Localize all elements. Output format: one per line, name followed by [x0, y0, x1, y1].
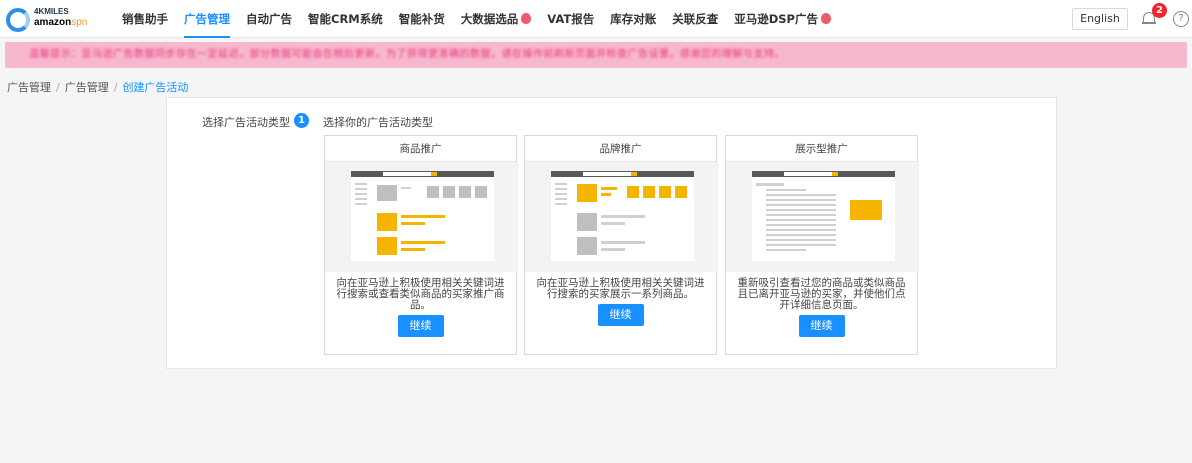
nav-item-label: 自动广告 [246, 12, 292, 26]
logo-icon [6, 8, 30, 32]
card-title: 展示型推广 [726, 136, 917, 162]
notice-banner: 温馨提示：亚马逊广告数据同步存在一定延迟，部分数据可能会在稍后更新。为了获得更准… [5, 42, 1187, 68]
notice-text: 温馨提示：亚马逊广告数据同步存在一定延迟，部分数据可能会在稍后更新。为了获得更准… [29, 49, 785, 60]
top-navbar: 4KMILES amazonspn 销售助手 广告管理 自动广告 智能CRM系统 智能补… [0, 0, 1192, 38]
nav-item-7[interactable]: VAT报告 [547, 0, 594, 38]
brand-logo[interactable]: 4KMILES amazonspn [6, 7, 106, 33]
card-description: 重新吸引查看过您的商品或类似商品且已离开亚马逊的买家，并使他们点开详细信息页面。 [737, 277, 906, 311]
sponsored-products-illustration [325, 162, 518, 272]
card-description: 向在亚马逊上积极使用相关关键词进行搜索或查看类似商品的买家推广商品。 [336, 277, 505, 311]
continue-button[interactable]: 继续 [798, 315, 845, 337]
nav-item-label: 大数据选品 [460, 12, 519, 26]
continue-button[interactable]: 继续 [397, 315, 444, 337]
step-title: 选择你的广告活动类型 [323, 116, 433, 129]
step-number-badge: 1 [294, 113, 309, 128]
hot-icon [821, 13, 831, 24]
breadcrumb-current: 创建广告活动 [122, 81, 189, 94]
nav-item-2[interactable]: 广告管理 [184, 0, 230, 38]
breadcrumb-item-2[interactable]: 广告管理 [65, 81, 109, 94]
nav-item-label: 亚马逊DSP广告 [734, 12, 818, 26]
nav-item-9[interactable]: 关联反查 [672, 0, 718, 38]
card-title: 商品推广 [325, 136, 516, 162]
nav-item-label: 广告管理 [184, 12, 230, 26]
nav-item-8[interactable]: 库存对账 [610, 0, 656, 38]
nav-item-5[interactable]: 智能补货 [399, 0, 445, 38]
nav-item-4[interactable]: 智能CRM系统 [308, 0, 383, 38]
nav-item-1[interactable]: 销售助手 [122, 0, 168, 38]
nav-item-10[interactable]: 亚马逊DSP广告 [734, 0, 831, 38]
step-label: 选择广告活动类型 [202, 116, 290, 129]
card-sponsored-brands[interactable]: 品牌推广 向在亚马逊上积极使用相关关键词进行搜索的买家展示一系列商品。 继续 [524, 135, 718, 355]
card-sponsored-display[interactable]: 展示型推广 重新吸引查看过您的商品或类似商品且已离开亚马逊的买家，并使他们点开详… [725, 135, 919, 355]
sponsored-brands-illustration [525, 162, 718, 272]
hot-icon [521, 13, 532, 24]
nav-item-label: VAT报告 [547, 12, 595, 26]
breadcrumb-item-1[interactable]: 广告管理 [7, 81, 51, 94]
notification-badge: 2 [1152, 3, 1167, 18]
card-description: 向在亚马逊上积极使用相关关键词进行搜索的买家展示一系列商品。 [536, 277, 705, 300]
nav-item-6[interactable]: 大数据选品 [461, 0, 532, 38]
campaign-type-panel: 选择广告活动类型 1 选择你的广告活动类型 商品推广 向在亚马逊上积极使用相关关… [166, 97, 1057, 369]
card-title: 品牌推广 [525, 136, 716, 162]
nav-item-label: 销售助手 [122, 12, 168, 26]
continue-button[interactable]: 继续 [597, 304, 644, 326]
nav-item-label: 库存对账 [610, 12, 657, 26]
card-sponsored-products[interactable]: 商品推广 向在亚马逊上积极使用相关关键词进行搜索或查看类似商品的买家推广商品。 … [324, 135, 518, 355]
sponsored-display-illustration [726, 162, 919, 272]
nav-item-label: 智能补货 [398, 12, 445, 26]
nav-item-label: 智能CRM系统 [308, 12, 383, 26]
nav-item-3[interactable]: 自动广告 [246, 0, 292, 38]
language-select[interactable]: English [1072, 8, 1128, 30]
main-nav: 销售助手 广告管理 自动广告 智能CRM系统 智能补货 大数据选品 VAT报告 库存对账 关联反… [122, 0, 847, 38]
logo-line2: amazonspn [34, 17, 88, 28]
logo-line1: 4KMILES [34, 7, 69, 16]
help-icon[interactable]: ? [1173, 11, 1189, 27]
nav-item-label: 关联反查 [672, 12, 719, 26]
breadcrumb: 广告管理 / 广告管理 / 创建广告活动 [7, 81, 189, 94]
